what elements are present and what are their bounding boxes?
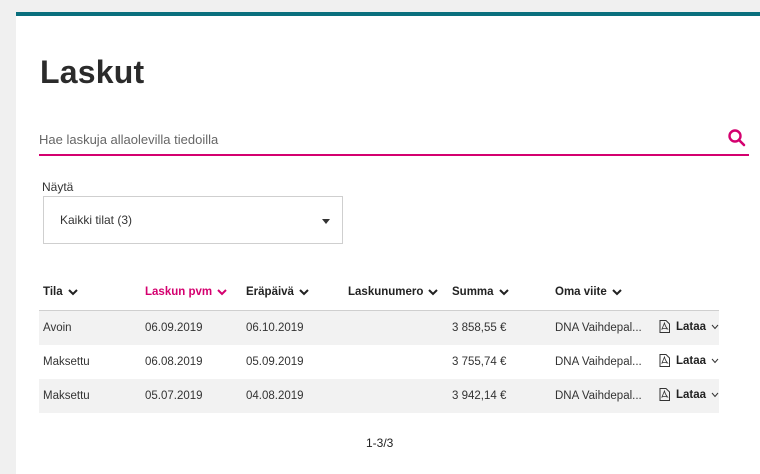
cell-tila: Avoin [43,322,72,334]
column-header-laskunumero[interactable]: Laskunumero [348,286,439,298]
chevron-down-icon [711,324,719,329]
column-header-label: Laskunumero [348,286,424,298]
download-label: Lataa [676,320,707,333]
caret-down-icon [322,219,330,224]
cell-laskun-pvm: 05.07.2019 [145,390,203,402]
search-bar [39,124,749,156]
search-icon[interactable] [727,128,747,148]
column-header-summa[interactable]: Summa [452,286,509,298]
table-row: Maksettu 05.07.2019 04.08.2019 3 942,14 … [39,379,719,413]
pdf-file-icon [659,388,670,401]
download-button[interactable]: Lataa [659,388,719,401]
cell-summa: 3 858,55 € [452,322,507,334]
download-label: Lataa [676,388,707,401]
chevron-down-icon [711,392,719,397]
cell-tila: Maksettu [43,356,90,368]
column-header-laskun-pvm[interactable]: Laskun pvm [145,286,227,298]
cell-laskun-pvm: 06.08.2019 [145,356,203,368]
pdf-file-icon [659,320,670,333]
page-title: Laskut [40,54,145,90]
download-button[interactable]: Lataa [659,354,719,367]
status-filter-value: Kaikki tilat (3) [60,213,133,227]
search-input[interactable] [39,128,699,150]
pdf-file-icon [659,354,670,367]
column-header-label: Eräpäivä [246,286,294,298]
status-filter-select[interactable]: Kaikki tilat (3) [43,196,343,244]
chevron-down-icon [67,289,78,296]
column-header-tila[interactable]: Tila [43,286,78,298]
chevron-down-icon [299,289,309,296]
cell-oma-viite: DNA Vaihdepal... [555,356,642,368]
filter-label: Näytä [42,180,74,194]
cell-laskun-pvm: 06.09.2019 [145,322,203,334]
pagination-info: 1-3/3 [366,436,394,450]
cell-oma-viite: DNA Vaihdepal... [555,322,642,334]
table-row: Avoin 06.09.2019 06.10.2019 3 858,55 € D… [39,311,719,345]
cell-summa: 3 942,14 € [452,390,507,402]
download-label: Lataa [676,354,707,367]
column-header-oma-viite[interactable]: Oma viite [555,286,622,298]
column-header-erapaiva[interactable]: Eräpäivä [246,286,309,298]
chevron-down-icon [612,289,622,296]
download-button[interactable]: Lataa [659,320,719,333]
cell-oma-viite: DNA Vaihdepal... [555,390,642,402]
chevron-down-icon [428,289,439,296]
chevron-down-icon [498,289,509,296]
cell-erapaiva: 06.10.2019 [246,322,304,334]
cell-erapaiva: 05.09.2019 [246,356,304,368]
cell-erapaiva: 04.08.2019 [246,390,304,402]
column-header-label: Summa [452,286,494,298]
table-header: Tila Laskun pvm Eräpäivä Laskunumero Sum… [39,278,719,311]
cell-tila: Maksettu [43,390,90,402]
chevron-down-icon [217,289,227,296]
chevron-down-icon [711,358,719,363]
table-row: Maksettu 06.08.2019 05.09.2019 3 755,74 … [39,345,719,379]
column-header-label: Oma viite [555,286,607,298]
invoice-table: Tila Laskun pvm Eräpäivä Laskunumero Sum… [39,278,719,413]
invoices-card: Laskut Näytä Kaikki tilat (3) Tila Lasku… [16,12,760,474]
column-header-label: Tila [43,286,63,298]
cell-summa: 3 755,74 € [452,356,507,368]
column-header-label: Laskun pvm [145,286,213,298]
